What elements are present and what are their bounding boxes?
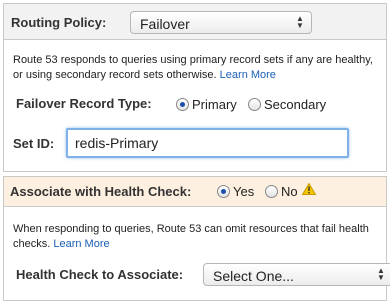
health-check-select[interactable]: Select One... ▲ ▼ (203, 263, 390, 286)
routing-policy-header: Routing Policy: Failover ▲ ▼ (3, 3, 387, 39)
radio-primary[interactable] (176, 98, 189, 111)
failover-description-text: Route 53 responds to queries using prima… (13, 54, 373, 81)
set-id-label: Set ID: (13, 136, 55, 151)
health-check-select-value: Select One... (213, 268, 294, 284)
radio-secondary[interactable] (248, 98, 261, 111)
radio-health-yes[interactable] (217, 185, 230, 198)
radio-health-no[interactable] (265, 185, 278, 198)
health-check-header: Associate with Health Check: Yes No (3, 176, 387, 206)
routing-policy-select[interactable]: Failover ▲ ▼ (130, 11, 312, 34)
routing-policy-value: Failover (140, 16, 190, 32)
failover-learn-more-link[interactable]: Learn More (220, 69, 276, 81)
radio-secondary-label[interactable]: Secondary (264, 97, 326, 112)
radio-health-yes-label[interactable]: Yes (233, 184, 254, 199)
health-check-panel: When responding to queries, Route 53 can… (3, 206, 390, 301)
health-check-learn-more-link[interactable]: Learn More (53, 238, 109, 250)
radio-health-no-label[interactable]: No (281, 184, 298, 199)
select-arrows-icon: ▲ ▼ (377, 266, 385, 282)
radio-primary-label[interactable]: Primary (192, 97, 237, 112)
set-id-field[interactable] (66, 128, 349, 158)
routing-policy-label: Routing Policy: (11, 15, 107, 30)
failover-record-type-label: Failover Record Type: (16, 96, 152, 111)
failover-description: Route 53 responds to queries using prima… (13, 53, 378, 83)
warning-icon (302, 183, 316, 195)
select-arrows-icon: ▲ ▼ (296, 14, 304, 30)
health-check-description: When responding to queries, Route 53 can… (13, 222, 383, 252)
health-check-associate-label: Health Check to Associate: (16, 267, 184, 282)
set-id-input[interactable] (68, 130, 347, 156)
health-check-label: Associate with Health Check: (10, 184, 192, 199)
